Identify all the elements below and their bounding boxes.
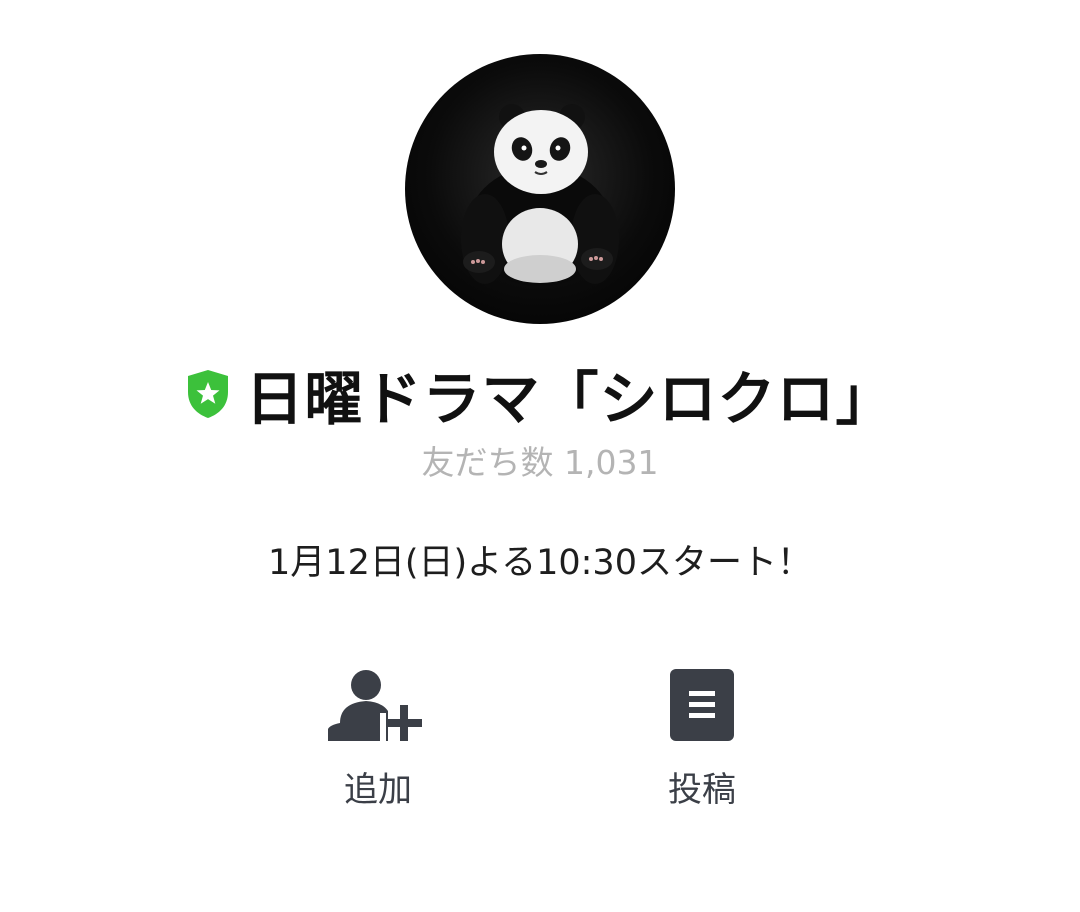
friends-count: 友だち数 1,031 xyxy=(421,443,659,482)
panda-avatar xyxy=(461,104,619,286)
profile-avatar[interactable] xyxy=(405,54,675,324)
status-message: 1月12日(日)よる10:30スタート！ xyxy=(268,543,812,583)
posts-label: 投稿 xyxy=(668,770,736,810)
account-name-row: 日曜ドラマ「シロクロ」 xyxy=(0,356,1080,433)
add-friend-icon xyxy=(328,670,422,743)
account-name: 日曜ドラマ「シロクロ」 xyxy=(245,365,895,433)
posts-button[interactable]: 投稿 xyxy=(602,660,802,810)
verified-shield-icon xyxy=(188,370,229,418)
add-friend-button[interactable]: 追加 xyxy=(278,660,478,810)
posts-icon xyxy=(670,669,734,741)
add-friend-label: 追加 xyxy=(344,770,412,810)
